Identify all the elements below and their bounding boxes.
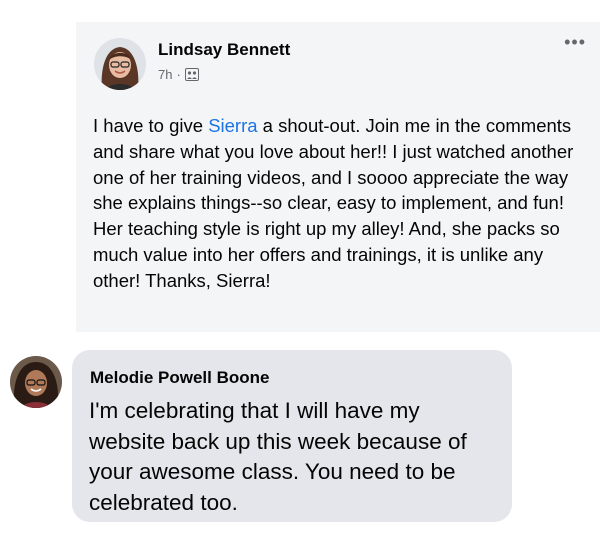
comment-bubble: Melodie Powell Boone I'm celebrating tha… [72, 350, 512, 522]
post-author[interactable]: Lindsay Bennett [158, 40, 290, 60]
avatar[interactable] [94, 38, 146, 90]
comment-text: I'm celebrating that I will have my webs… [89, 398, 467, 515]
commenter-avatar[interactable] [10, 356, 62, 408]
post-meta: 7h · [158, 67, 199, 82]
comment-author[interactable]: Melodie Powell Boone [90, 368, 269, 388]
meta-separator: · [176, 67, 181, 82]
post-text-end: a shout-out. Join me in the comments and… [93, 115, 574, 291]
profile-photo [94, 38, 146, 90]
post-card: Lindsay Bennett 7h · ••• I have to give … [76, 22, 600, 332]
post-text-start: I have to give [93, 115, 209, 136]
mention-link[interactable]: Sierra [208, 115, 257, 136]
more-options-button[interactable]: ••• [564, 33, 586, 51]
post-text: I have to give Sierra a shout-out. Join … [93, 113, 593, 294]
commenter-photo [10, 356, 62, 408]
group-icon [184, 68, 199, 81]
post-time[interactable]: 7h [158, 67, 172, 82]
